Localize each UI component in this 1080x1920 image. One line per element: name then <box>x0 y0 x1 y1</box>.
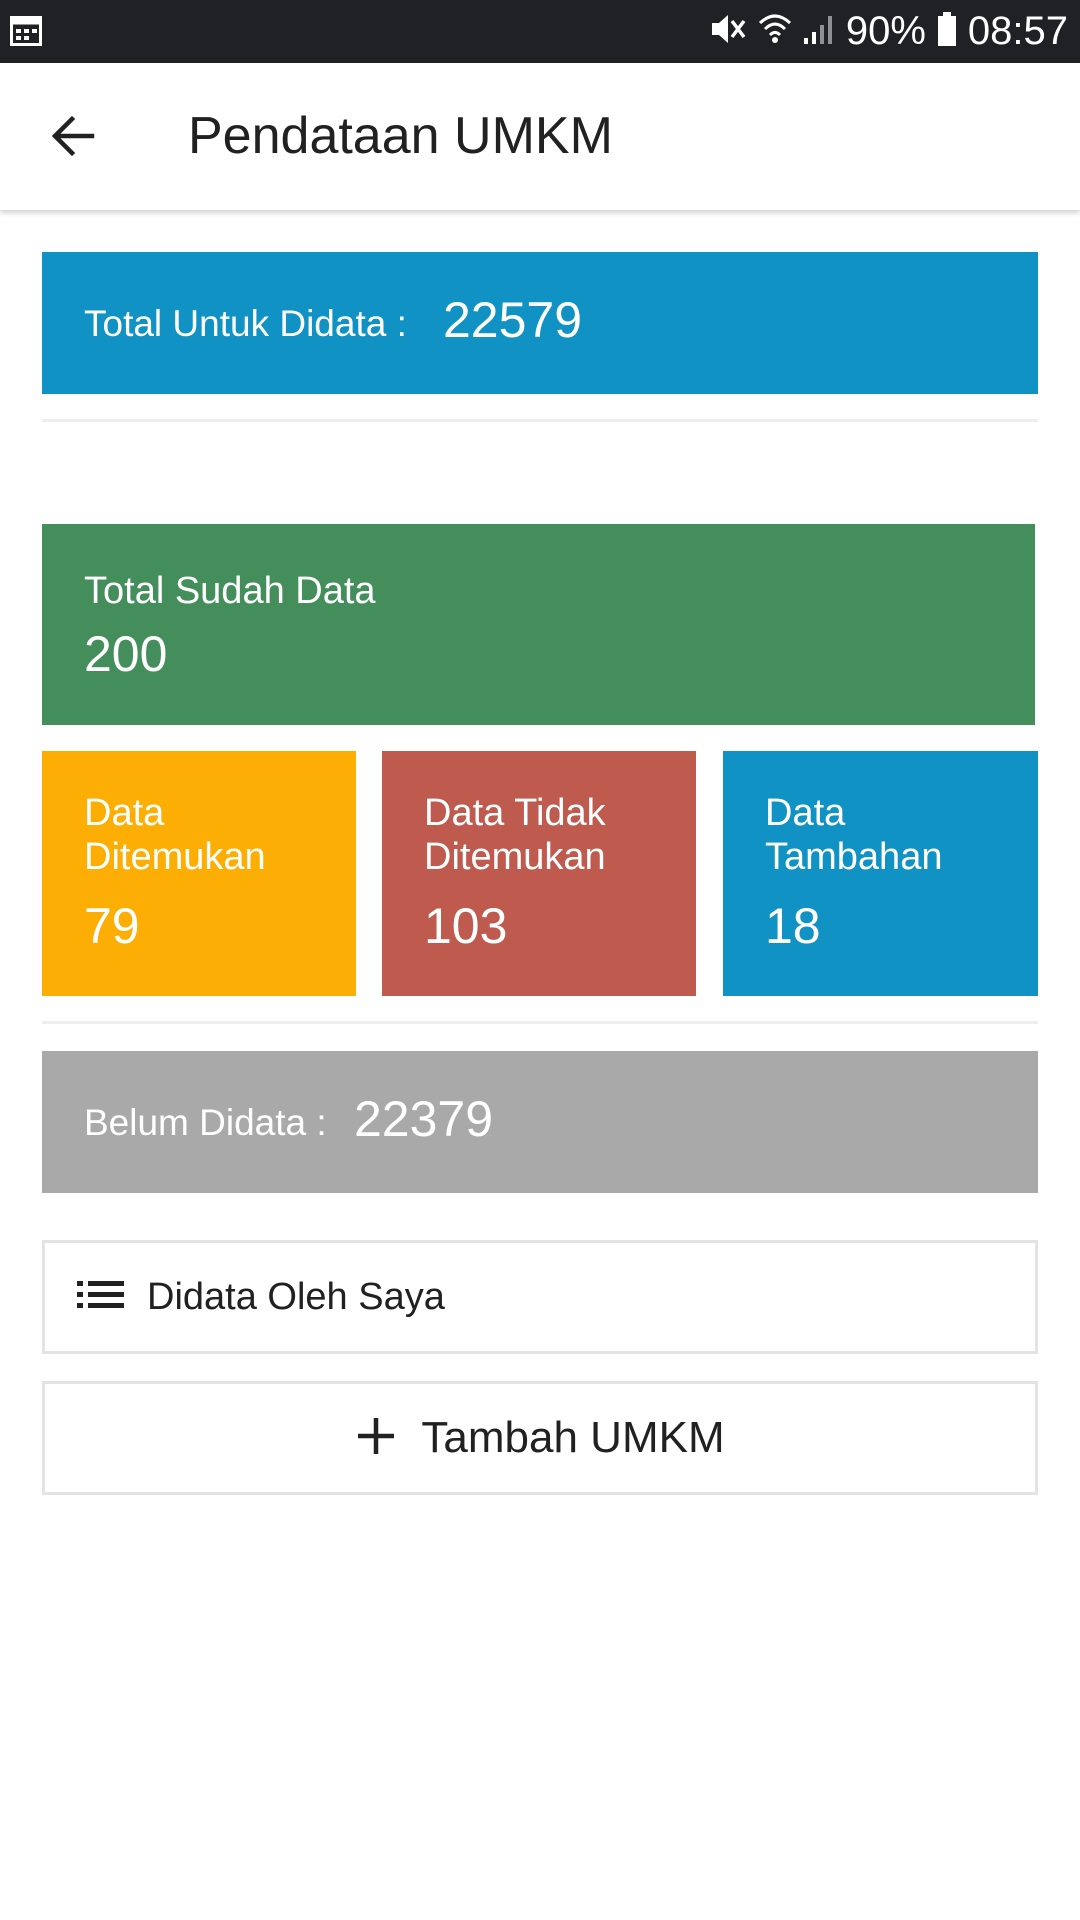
data-not-found-label: Data Tidak Ditemukan <box>424 792 606 878</box>
clock: 08:57 <box>967 9 1068 53</box>
total-to-collect-label: Total Untuk Didata : <box>84 303 407 344</box>
battery-icon <box>936 11 958 52</box>
page-title: Pendataan UMKM <box>188 107 613 165</box>
data-found-card: Data Ditemukan 79 <box>42 751 356 996</box>
signal-icon <box>802 12 836 51</box>
total-collected-label: Total Sudah Data <box>84 570 376 612</box>
divider <box>42 1021 1038 1024</box>
battery-percent: 90% <box>845 9 926 53</box>
data-extra-label: Data Tambahan <box>765 792 943 878</box>
total-to-collect-value: 22579 <box>443 292 583 348</box>
collected-by-me-button[interactable]: Didata Oleh Saya <box>42 1240 1038 1354</box>
wifi-icon <box>758 11 792 52</box>
mute-vibrate-icon <box>708 11 748 52</box>
total-collected-card: Total Sudah Data 200 <box>42 524 1035 725</box>
not-yet-collected-value: 22379 <box>354 1091 494 1147</box>
add-umkm-button[interactable]: Tambah UMKM <box>42 1381 1038 1495</box>
list-icon <box>75 1277 127 1318</box>
total-collected-value: 200 <box>84 626 168 682</box>
collected-by-me-label: Didata Oleh Saya <box>147 1275 445 1318</box>
data-not-found-card: Data Tidak Ditemukan 103 <box>382 751 696 996</box>
status-bar: 90% 08:57 <box>0 0 1080 63</box>
back-button[interactable] <box>40 105 106 171</box>
data-found-value: 79 <box>84 898 140 954</box>
data-extra-card: Data Tambahan 18 <box>723 751 1038 996</box>
data-not-found-value: 103 <box>424 898 508 954</box>
not-yet-collected-label: Belum Didata : <box>84 1102 327 1143</box>
total-to-collect-card: Total Untuk Didata : 22579 <box>42 252 1038 394</box>
data-found-label: Data Ditemukan <box>84 792 266 878</box>
add-umkm-label: Tambah UMKM <box>421 1413 725 1462</box>
not-yet-collected-card: Belum Didata : 22379 <box>42 1051 1038 1193</box>
app-bar: Pendataan UMKM <box>0 63 1080 210</box>
data-extra-value: 18 <box>765 898 821 954</box>
plus-icon <box>355 1415 397 1462</box>
calendar-icon <box>10 16 42 46</box>
arrow-left-icon <box>50 113 96 164</box>
divider <box>42 419 1038 422</box>
